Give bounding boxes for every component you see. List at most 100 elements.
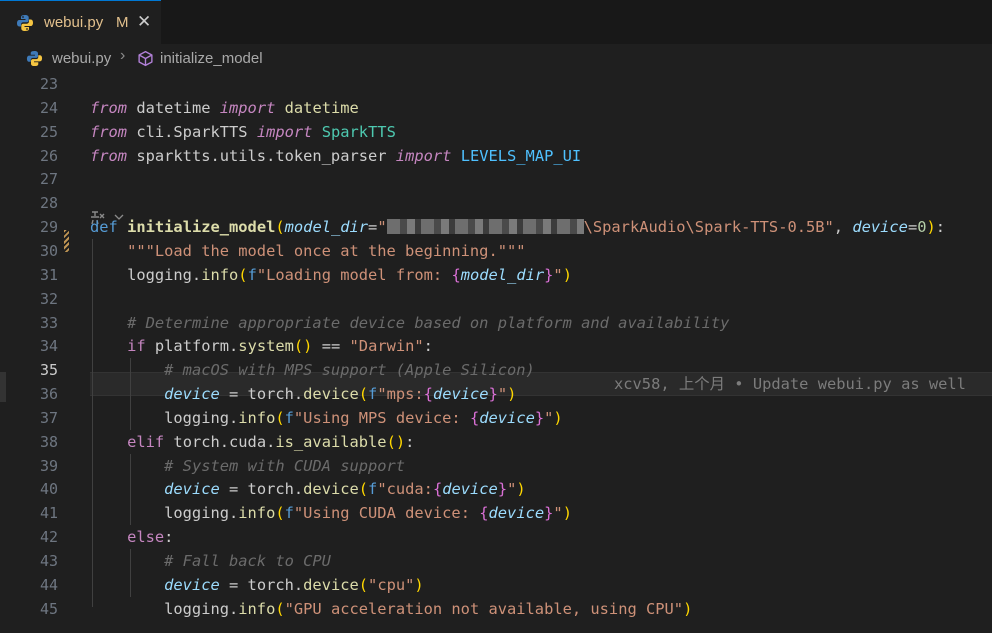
code-token: " bbox=[377, 218, 387, 237]
code-token: == bbox=[312, 337, 350, 356]
code-token: device bbox=[303, 575, 359, 594]
code-token: device bbox=[303, 480, 359, 499]
code-token: else bbox=[127, 528, 165, 547]
code-token: device bbox=[164, 480, 220, 499]
code-token: def bbox=[90, 218, 118, 237]
chevron-right-icon: › bbox=[120, 47, 126, 64]
code-token: "Darwin" bbox=[349, 337, 424, 356]
code-token: cli.SparkTTS bbox=[127, 122, 257, 141]
code-token: ) bbox=[507, 385, 517, 404]
code-token: ( bbox=[275, 218, 285, 237]
line-number: 24 bbox=[39, 98, 58, 117]
code-token: initialize_model bbox=[127, 218, 276, 237]
git-blame-annotation: xcv58, 上个月 • Update webui.py as well bbox=[614, 375, 966, 393]
line-number: 44 bbox=[39, 575, 58, 594]
line-number: 35 bbox=[39, 361, 58, 380]
line-number: 43 bbox=[39, 552, 58, 570]
code-token: model_dir bbox=[284, 218, 369, 237]
code-token: "Using MPS device: bbox=[293, 408, 470, 427]
line-number: 40 bbox=[39, 480, 58, 499]
code-token: = torch. bbox=[219, 480, 304, 499]
code-token: info bbox=[238, 504, 276, 523]
code-token: " bbox=[553, 504, 563, 523]
code-token: from bbox=[90, 122, 128, 141]
code-token: "cuda: bbox=[377, 480, 433, 499]
code-token: ) bbox=[553, 408, 563, 427]
code-token: logging. bbox=[90, 265, 202, 284]
code-token: device bbox=[442, 480, 498, 499]
code-token: f bbox=[247, 265, 257, 284]
code-token: platform. bbox=[145, 337, 239, 356]
code-token: device bbox=[164, 575, 220, 594]
line-number: 38 bbox=[39, 432, 58, 451]
code-token: ) bbox=[562, 504, 572, 523]
code-token: ( bbox=[275, 408, 285, 427]
code-line: from sparktts.utils.token_parser import … bbox=[90, 144, 581, 168]
code-token: # System with CUDA support bbox=[164, 456, 406, 475]
line-number: 28 bbox=[39, 194, 58, 213]
code-token: ( bbox=[358, 385, 369, 404]
tab-bar: webui.py M ✕ bbox=[0, 0, 992, 44]
code-token: device bbox=[303, 385, 359, 404]
code-line: # System with CUDA support bbox=[90, 454, 405, 478]
line-number: 33 bbox=[39, 313, 58, 332]
python-icon bbox=[26, 50, 43, 67]
modified-line-indicator[interactable] bbox=[64, 230, 69, 252]
code-token: "GPU acceleration not available, using C… bbox=[284, 599, 684, 618]
code-token: from bbox=[90, 98, 128, 117]
code-line: from cli.SparkTTS import SparkTTS bbox=[90, 120, 396, 144]
code-token: device bbox=[479, 408, 535, 427]
breadcrumb-symbol[interactable]: initialize_model bbox=[160, 50, 263, 67]
code-token: f bbox=[284, 408, 294, 427]
code-line: else: bbox=[90, 525, 173, 549]
code-token: device bbox=[852, 218, 908, 237]
line-number: 29 bbox=[39, 218, 58, 237]
code-token: : bbox=[423, 337, 433, 356]
code-token: from bbox=[90, 146, 128, 165]
code-token: datetime bbox=[127, 98, 220, 117]
line-number: 25 bbox=[39, 122, 58, 141]
code-token: logging. bbox=[90, 599, 239, 618]
code-line: logging.info(f"Using CUDA device: {devic… bbox=[90, 501, 572, 525]
tab-filename: webui.py bbox=[44, 14, 104, 31]
line-number: 23 bbox=[39, 75, 58, 93]
line-number: 37 bbox=[39, 408, 58, 427]
code-token: info bbox=[201, 265, 239, 284]
code-token: } bbox=[544, 504, 554, 523]
code-line: logging.info(f"Loading model from: {mode… bbox=[90, 263, 572, 287]
code-line: if platform.system() == "Darwin": bbox=[90, 334, 433, 358]
code-token: device bbox=[164, 385, 220, 404]
code-token: ) bbox=[516, 480, 526, 499]
close-icon[interactable]: ✕ bbox=[137, 12, 151, 32]
code-token: " bbox=[497, 385, 508, 404]
indent-guide bbox=[130, 453, 131, 526]
code-token: ( bbox=[238, 265, 248, 284]
code-line: elif torch.cuda.is_available(): bbox=[90, 430, 414, 454]
line-number: 42 bbox=[39, 528, 58, 547]
line-number: 39 bbox=[39, 456, 58, 475]
code-line: logging.info(f"Using MPS device: {device… bbox=[90, 406, 563, 430]
code-token: system bbox=[238, 337, 294, 356]
code-token: # Determine appropriate device based on … bbox=[127, 313, 730, 332]
breadcrumb-file[interactable]: webui.py bbox=[52, 50, 111, 67]
code-token: import bbox=[395, 146, 452, 165]
code-token: : bbox=[935, 218, 946, 237]
code-line: def initialize_model(model_dir=" \SparkAu… bbox=[90, 215, 945, 239]
code-editor[interactable]: 23 24 25 26 27 28 29 30 31 32 33 34 35 36 37 38 39 40 41 42… bbox=[0, 72, 992, 633]
code-line: # Fall back to CPU bbox=[90, 549, 331, 573]
code-token: ) bbox=[562, 265, 572, 284]
code-token: () bbox=[386, 432, 406, 451]
code-token: LEVELS_MAP_UI bbox=[460, 146, 582, 165]
code-token: } bbox=[497, 480, 508, 499]
tab-webui-py[interactable]: webui.py M ✕ bbox=[0, 0, 161, 44]
code-line: """Load the model once at the beginning.… bbox=[90, 239, 525, 263]
code-token: import bbox=[219, 98, 276, 117]
code-line: from datetime import datetime bbox=[90, 96, 359, 120]
